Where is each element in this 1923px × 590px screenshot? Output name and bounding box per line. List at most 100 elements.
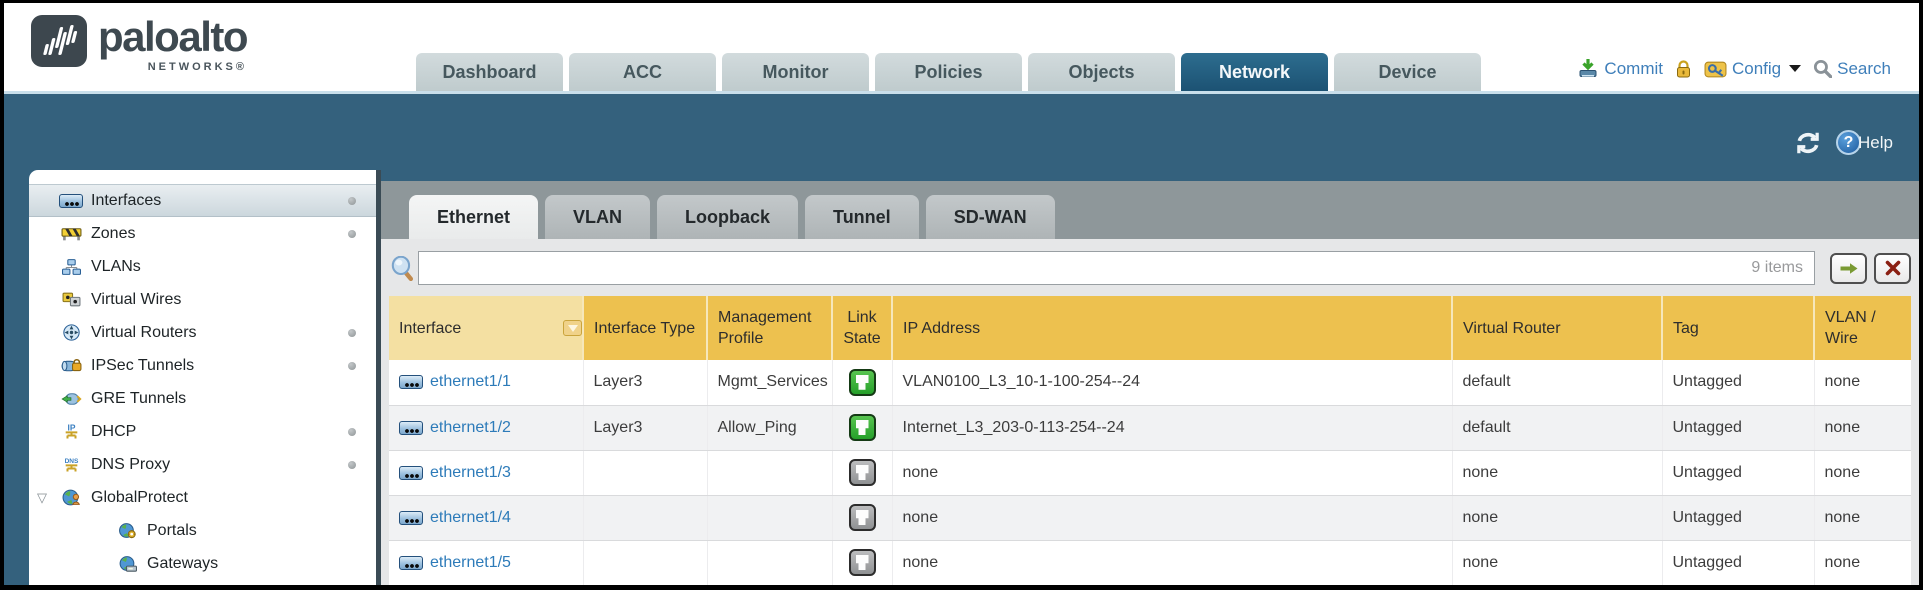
col-virtual-router[interactable]: Virtual Router bbox=[1452, 296, 1662, 360]
tab-device[interactable]: Device bbox=[1334, 53, 1481, 91]
brand-subtitle: NETWORKS® bbox=[148, 61, 247, 73]
table-row: ethernet1/4 none none Untagged none bbox=[389, 495, 1911, 540]
sidebar-item-label: Virtual Wires bbox=[91, 291, 181, 309]
virtual-wires-icon bbox=[59, 292, 83, 307]
submenu-dot bbox=[348, 329, 356, 337]
interface-link[interactable]: ethernet1/1 bbox=[430, 373, 511, 391]
sidebar-item-virtual-routers[interactable]: Virtual Routers bbox=[29, 316, 376, 349]
commit-button[interactable]: Commit bbox=[1577, 58, 1663, 79]
top-toolbar: Commit Config S bbox=[1577, 58, 1891, 79]
svg-text:IP: IP bbox=[67, 423, 75, 432]
submenu-dot bbox=[348, 230, 356, 238]
search-button[interactable]: Search bbox=[1813, 59, 1891, 79]
col-management-profile[interactable]: Management Profile bbox=[707, 296, 832, 360]
submenu-dot bbox=[348, 197, 356, 205]
interface-link[interactable]: ethernet1/5 bbox=[430, 554, 511, 572]
app-window: paloalto NETWORKS® Dashboard ACC Monitor… bbox=[0, 0, 1923, 590]
interfaces-icon bbox=[59, 194, 83, 208]
sidebar-item-vlans[interactable]: VLANs bbox=[29, 250, 376, 283]
cell-interface-type bbox=[583, 540, 707, 585]
tab-dashboard[interactable]: Dashboard bbox=[416, 53, 563, 91]
dhcp-icon: IP bbox=[59, 423, 83, 440]
tab-acc[interactable]: ACC bbox=[569, 53, 716, 91]
tab-policies[interactable]: Policies bbox=[875, 53, 1022, 91]
cell-vlan-wire: none bbox=[1814, 405, 1911, 450]
sidebar-item-label: Portals bbox=[147, 522, 197, 540]
sort-dropdown[interactable] bbox=[559, 296, 583, 360]
collapse-triangle-icon[interactable]: ▽ bbox=[37, 490, 47, 506]
cell-interface-type: Layer3 bbox=[583, 405, 707, 450]
subtab-vlan[interactable]: VLAN bbox=[545, 195, 650, 239]
sidebar-item-globalprotect[interactable]: ▽ GlobalProtect bbox=[29, 481, 376, 514]
cell-tag: Untagged bbox=[1662, 540, 1814, 585]
interface-link[interactable]: ethernet1/3 bbox=[430, 464, 511, 482]
sidebar-item-label: GRE Tunnels bbox=[91, 390, 186, 408]
dns-proxy-icon: DNS bbox=[59, 456, 83, 473]
sidebar-item-gateways[interactable]: Gateways bbox=[29, 547, 376, 580]
lock-icon[interactable] bbox=[1675, 59, 1692, 79]
interface-link[interactable]: ethernet1/4 bbox=[430, 509, 511, 527]
filter-input[interactable] bbox=[418, 251, 1815, 285]
submenu-dot bbox=[348, 461, 356, 469]
cell-ip-address: none bbox=[892, 540, 1452, 585]
cell-management-profile bbox=[707, 540, 832, 585]
brand-name: paloalto bbox=[98, 15, 247, 59]
ethernet-interface-icon bbox=[399, 556, 423, 570]
col-link-state[interactable]: Link State bbox=[832, 296, 892, 360]
sidebar-item-zones[interactable]: Zones bbox=[29, 217, 376, 250]
sidebar-item-portals[interactable]: Portals bbox=[29, 514, 376, 547]
cell-ip-address: Internet_L3_203-0-113-254--24 bbox=[892, 405, 1452, 450]
table-row: ethernet1/1 Layer3 Mgmt_Services VLAN010… bbox=[389, 360, 1911, 405]
refresh-icon[interactable] bbox=[1794, 131, 1822, 155]
subtab-ethernet[interactable]: Ethernet bbox=[409, 195, 538, 239]
subtab-sdwan[interactable]: SD-WAN bbox=[926, 195, 1055, 239]
ethernet-interface-icon bbox=[399, 466, 423, 480]
main-nav-tabs: Dashboard ACC Monitor Policies Objects N… bbox=[416, 53, 1487, 91]
link-state-up-icon bbox=[849, 369, 876, 396]
help-button[interactable]: ? Help bbox=[1836, 130, 1893, 155]
cell-vlan-wire: none bbox=[1814, 540, 1911, 585]
cell-tag: Untagged bbox=[1662, 495, 1814, 540]
cell-virtual-router: default bbox=[1452, 360, 1662, 405]
config-menu-button[interactable]: Config bbox=[1704, 59, 1801, 79]
sidebar-item-label: Zones bbox=[91, 225, 135, 243]
tab-network[interactable]: Network bbox=[1181, 53, 1328, 91]
cell-virtual-router: default bbox=[1452, 405, 1662, 450]
ethernet-interface-icon bbox=[399, 375, 423, 389]
tab-monitor[interactable]: Monitor bbox=[722, 53, 869, 91]
col-tag[interactable]: Tag bbox=[1662, 296, 1814, 360]
sidebar-item-label: DHCP bbox=[91, 423, 136, 441]
link-state-down-icon bbox=[849, 459, 876, 486]
content-area: Ethernet VLAN Loopback Tunnel SD-WAN 9 i… bbox=[381, 181, 1919, 585]
col-vlan-wire[interactable]: VLAN / Wire bbox=[1814, 296, 1911, 360]
table-header-row: Interface Interface Type Management Prof… bbox=[389, 296, 1911, 360]
cell-management-profile: Allow_Ping bbox=[707, 405, 832, 450]
cell-vlan-wire: none bbox=[1814, 495, 1911, 540]
tab-objects[interactable]: Objects bbox=[1028, 53, 1175, 91]
sidebar: Interfaces Zones bbox=[29, 170, 381, 585]
sidebar-item-interfaces[interactable]: Interfaces bbox=[29, 184, 376, 217]
cell-interface-type bbox=[583, 450, 707, 495]
search-icon bbox=[1813, 59, 1832, 78]
table-row: ethernet1/2 Layer3 Allow_Ping Internet_L… bbox=[389, 405, 1911, 450]
sidebar-item-virtual-wires[interactable]: Virtual Wires bbox=[29, 283, 376, 316]
green-arrow-icon bbox=[1839, 261, 1859, 276]
sidebar-item-gre-tunnels[interactable]: GRE Tunnels bbox=[29, 382, 376, 415]
subtab-loopback[interactable]: Loopback bbox=[657, 195, 798, 239]
globalprotect-icon bbox=[59, 489, 83, 506]
svg-text:DNS: DNS bbox=[64, 458, 78, 465]
col-interface-type[interactable]: Interface Type bbox=[583, 296, 707, 360]
submenu-dot bbox=[348, 362, 356, 370]
sidebar-item-dns-proxy[interactable]: DNS DNS Proxy bbox=[29, 448, 376, 481]
clear-filter-button[interactable] bbox=[1874, 253, 1911, 284]
apply-filter-button[interactable] bbox=[1830, 253, 1867, 284]
gateways-icon bbox=[115, 556, 139, 572]
col-interface[interactable]: Interface bbox=[389, 296, 559, 360]
col-ip-address[interactable]: IP Address bbox=[892, 296, 1452, 360]
sidebar-item-dhcp[interactable]: IP DHCP bbox=[29, 415, 376, 448]
interface-link[interactable]: ethernet1/2 bbox=[430, 419, 511, 437]
sidebar-item-ipsec-tunnels[interactable]: IPSec Tunnels bbox=[29, 349, 376, 382]
subtab-tunnel[interactable]: Tunnel bbox=[805, 195, 919, 239]
paloalto-logo: paloalto NETWORKS® bbox=[30, 15, 247, 91]
ethernet-panel: 9 items bbox=[381, 239, 1919, 585]
